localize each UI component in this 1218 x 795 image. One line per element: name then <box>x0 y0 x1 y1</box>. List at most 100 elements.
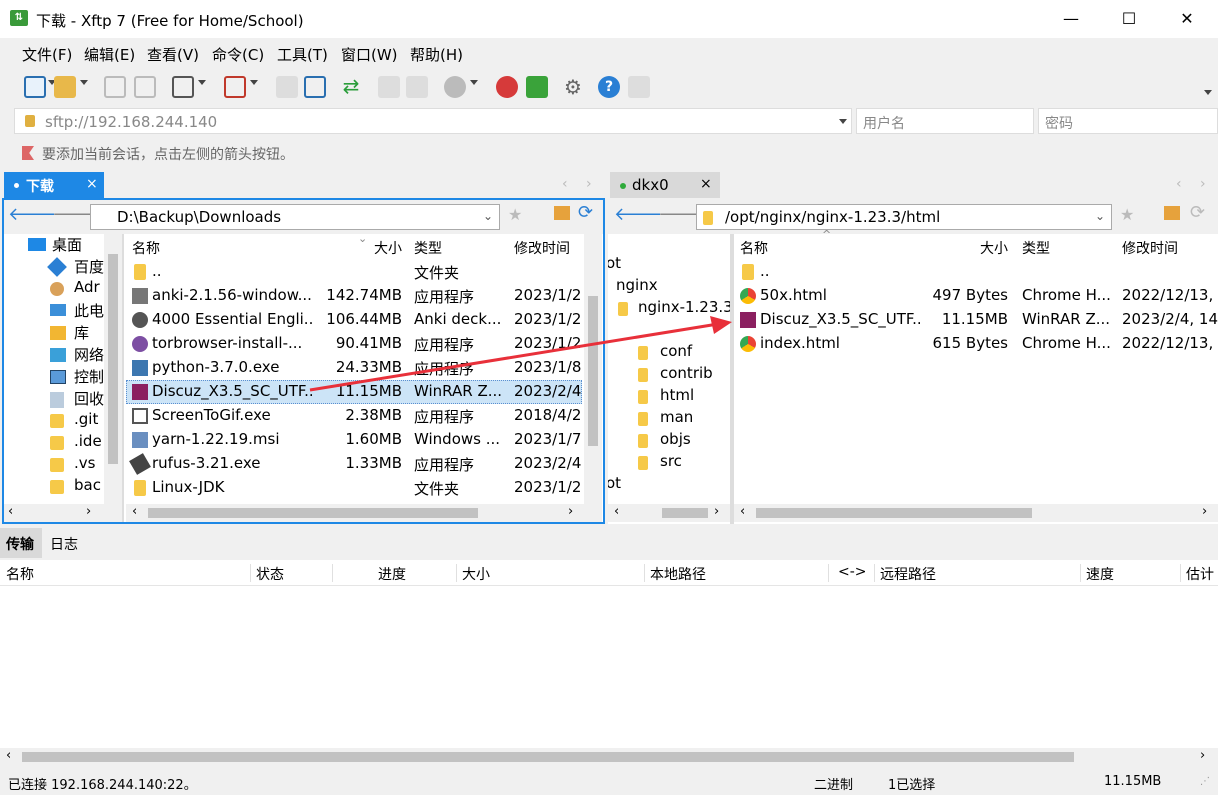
column-size[interactable]: 大小 <box>462 564 490 584</box>
password-field[interactable]: 密码 <box>1038 108 1218 134</box>
star-icon[interactable]: ★ <box>1120 205 1134 224</box>
column-name[interactable]: 名称 <box>132 238 160 258</box>
chevron-down-icon[interactable]: ⌄ <box>483 209 493 223</box>
home-folder-icon[interactable] <box>1164 206 1180 220</box>
tree-item-nginx[interactable]: nginx <box>616 276 658 298</box>
terminal-icon[interactable] <box>224 76 246 98</box>
list-item[interactable]: ScreenToGif.exe 2.38MB 应用程序 2018/4/2 <box>126 404 582 428</box>
chevron-left-icon[interactable]: ‹ <box>1176 176 1182 192</box>
resize-grip-icon[interactable]: ⋰ <box>1200 776 1210 787</box>
refresh-icon[interactable]: ⟳ <box>1190 202 1205 223</box>
connect-icon[interactable] <box>104 76 126 98</box>
sync-icon[interactable]: ⇄ <box>340 76 362 98</box>
close-tab-icon[interactable]: × <box>86 176 98 192</box>
upload-icon[interactable] <box>304 76 326 98</box>
column-estimate[interactable]: 估计 <box>1186 564 1214 584</box>
paste-icon[interactable] <box>406 76 428 98</box>
tree-horizontal-scrollbar[interactable]: ‹ › <box>608 504 730 522</box>
tree-item-recycle-bin[interactable]: 回收 <box>74 388 104 409</box>
transfer-horizontal-scrollbar[interactable]: ‹ › <box>0 748 1218 766</box>
list-item[interactable]: yarn-1.22.19.msi 1.60MB Windows ... 2023/1/… <box>126 428 582 452</box>
column-size[interactable]: 大小 <box>980 238 1008 258</box>
tree-item-git[interactable]: .git <box>74 410 98 428</box>
copy-icon[interactable] <box>378 76 400 98</box>
tree-item-nginx-1.23.3[interactable]: nginx-1.23.3 <box>638 298 730 316</box>
column-type[interactable]: 类型 <box>414 238 442 258</box>
bookmark-icon[interactable] <box>22 146 34 160</box>
menu-command[interactable]: 命令(C) <box>212 44 264 65</box>
column-direction[interactable]: <-> <box>838 564 867 580</box>
tree-item-desktop[interactable]: 桌面 <box>52 234 82 255</box>
tab-remote-dkx0[interactable]: dkx0 × <box>610 172 720 198</box>
tree-item-admin[interactable]: Adr <box>74 278 100 296</box>
column-remote-path[interactable]: 远程路径 <box>880 564 936 584</box>
open-folder-icon[interactable] <box>54 76 76 98</box>
tree-item-man[interactable]: man <box>660 408 693 426</box>
column-name[interactable]: 名称 <box>740 238 768 258</box>
tab-transfer[interactable]: 传输 <box>0 528 42 558</box>
home-folder-icon[interactable] <box>554 206 570 220</box>
back-arrow-icon[interactable]: 🡐 <box>8 204 56 225</box>
tree-item-src[interactable]: src <box>660 452 682 470</box>
list-item[interactable]: index.html 615 Bytes Chrome H... 2022/12/13… <box>734 332 1218 356</box>
tree-vertical-scrollbar[interactable] <box>104 234 122 506</box>
username-field[interactable]: 用户名 <box>856 108 1034 134</box>
column-name[interactable]: 名称 <box>6 564 34 584</box>
gear-icon[interactable]: ⚙ <box>562 76 584 98</box>
column-modified[interactable]: 修改时间 <box>514 238 570 258</box>
tree-item-control-panel[interactable]: 控制 <box>74 366 104 387</box>
menu-help[interactable]: 帮助(H) <box>410 44 463 65</box>
menu-window[interactable]: 窗口(W) <box>341 44 398 65</box>
list-item[interactable]: rufus-3.21.exe 1.33MB 应用程序 2023/2/4, <box>126 452 582 476</box>
chevron-left-icon[interactable]: ‹ <box>562 176 568 192</box>
tab-local-downloads[interactable]: 下载 × <box>4 172 104 198</box>
maximize-button[interactable]: ☐ <box>1100 0 1158 38</box>
tree-item-objs[interactable]: objs <box>660 430 691 448</box>
local-path-input[interactable]: D:\Backup\Downloads ⌄ <box>90 204 500 230</box>
list-item[interactable]: .. 文件夹 <box>126 260 582 284</box>
chevron-right-icon[interactable]: › <box>1200 176 1206 192</box>
new-session-icon[interactable] <box>24 76 46 98</box>
tree-item-baidu[interactable]: 百度 <box>74 256 104 277</box>
stop-icon[interactable] <box>444 76 466 98</box>
list-horizontal-scrollbar[interactable]: ‹ › <box>734 504 1218 522</box>
menu-file[interactable]: 文件(F) <box>22 44 72 65</box>
menu-edit[interactable]: 编辑(E) <box>84 44 135 65</box>
list-item[interactable]: Linux-JDK 文件夹 2023/1/2 <box>126 476 582 500</box>
list-item[interactable]: anki-2.1.56-window... 142.74MB 应用程序 2023/1/… <box>126 284 582 308</box>
tree-splitter[interactable] <box>122 234 124 524</box>
column-speed[interactable]: 速度 <box>1086 564 1114 584</box>
tree-item-idea[interactable]: .ide <box>74 432 102 450</box>
close-button[interactable]: ✕ <box>1158 0 1216 38</box>
minimize-button[interactable]: — <box>1042 0 1100 38</box>
tree-item-root[interactable]: ot <box>608 254 621 276</box>
xftp-icon[interactable] <box>526 76 548 98</box>
menu-tools[interactable]: 工具(T) <box>277 44 328 65</box>
tree-item-network[interactable]: 网络 <box>74 344 104 365</box>
remote-path-input[interactable]: /opt/nginx/nginx-1.23.3/html ⌄ <box>696 204 1112 230</box>
chevron-down-icon[interactable]: ⌄ <box>1095 209 1105 223</box>
tree-item-library[interactable]: 库 <box>74 322 89 343</box>
column-type[interactable]: 类型 <box>1022 238 1050 258</box>
chat-icon[interactable] <box>628 76 650 98</box>
tab-log[interactable]: 日志 <box>44 528 94 558</box>
back-arrow-icon[interactable]: 🡐 <box>614 204 662 225</box>
list-item[interactable]: Discuz_X3.5_SC_UTF... 11.15MB WinRAR Z... 2… <box>734 308 1218 332</box>
disconnect-icon[interactable] <box>134 76 156 98</box>
menu-view[interactable]: 查看(V) <box>147 44 199 65</box>
star-icon[interactable]: ★ <box>508 205 522 224</box>
column-size[interactable]: 大小 <box>374 238 402 258</box>
column-modified[interactable]: 修改时间 <box>1122 238 1178 258</box>
list-item[interactable]: 50x.html 497 Bytes Chrome H... 2022/12/13, … <box>734 284 1218 308</box>
refresh-icon[interactable]: ⟳ <box>578 202 593 223</box>
column-status[interactable]: 状态 <box>256 564 284 584</box>
tree-item-this-pc[interactable]: 此电 <box>74 300 104 321</box>
column-local-path[interactable]: 本地路径 <box>650 564 706 584</box>
tree-item-vs[interactable]: .vs <box>74 454 95 472</box>
chevron-right-icon[interactable]: › <box>586 176 592 192</box>
properties-icon[interactable] <box>172 76 194 98</box>
download-icon[interactable] <box>276 76 298 98</box>
list-horizontal-scrollbar[interactable]: ‹ › <box>126 504 602 522</box>
list-item[interactable]: .. <box>734 260 1218 284</box>
title-bar[interactable]: ⇅ 下载 - Xftp 7 (Free for Home/School) — ☐… <box>0 0 1218 38</box>
